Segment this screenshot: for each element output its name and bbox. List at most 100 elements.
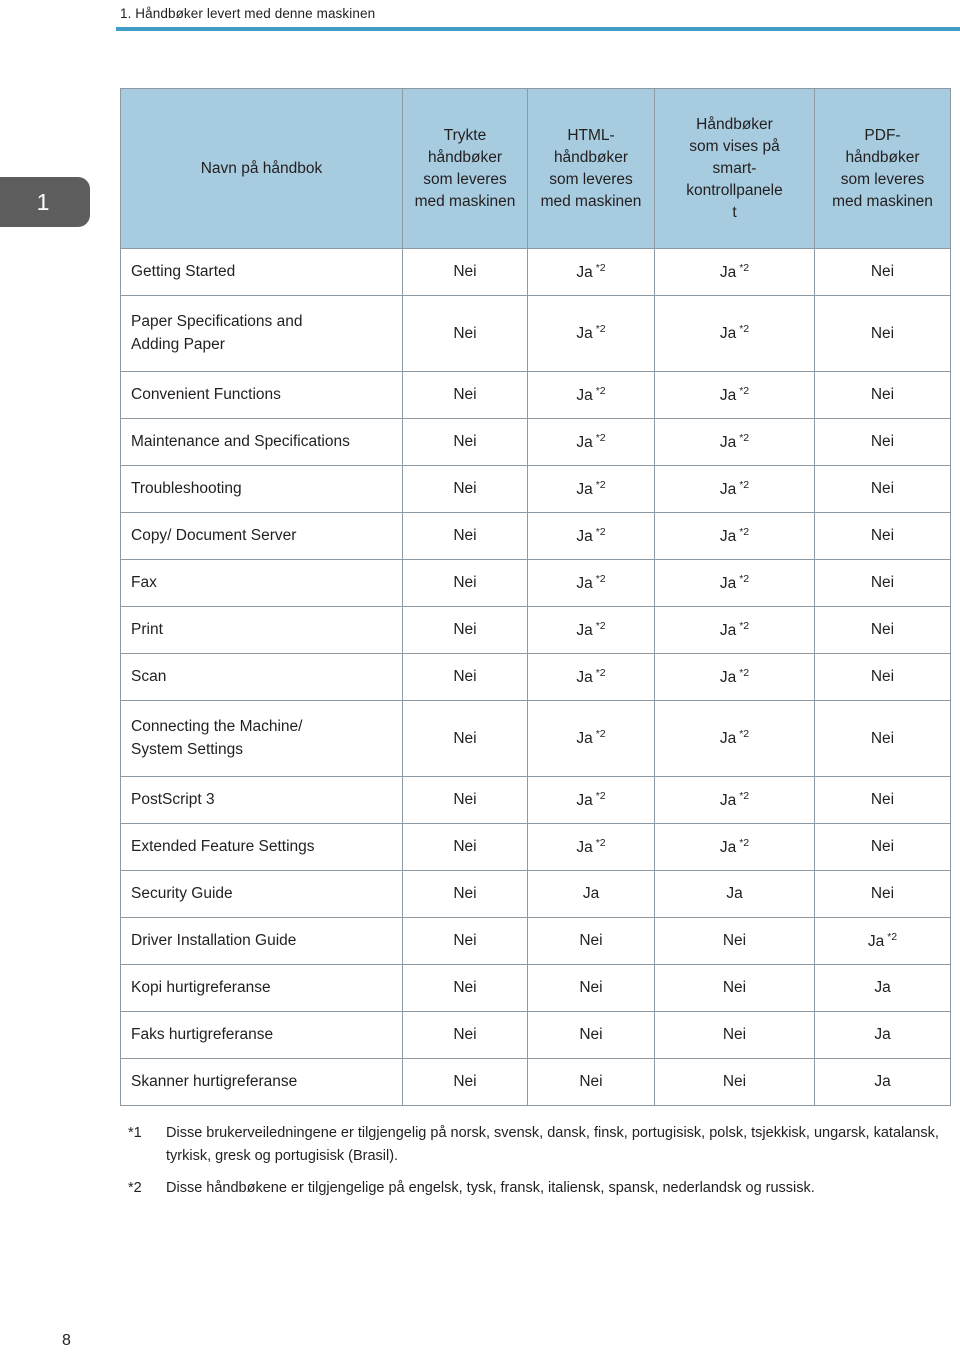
availability-cell-smart: Nei <box>654 1011 815 1059</box>
availability-cell-print: Nei <box>402 248 528 296</box>
footnote-reference: *2 <box>739 789 750 802</box>
availability-cell-pdf: Nei <box>814 870 951 918</box>
availability-cell-pdf: Ja <box>814 1058 951 1106</box>
footnote-reference: *2 <box>739 619 750 632</box>
availability-value: Nei <box>870 621 895 638</box>
availability-value: Ja <box>576 669 593 687</box>
availability-cell-smart: Nei <box>654 917 815 965</box>
availability-value: Ja <box>719 575 737 593</box>
availability-cell-pdf: Nei <box>814 653 951 701</box>
availability-value: Nei <box>870 324 895 342</box>
footnote-reference: *2 <box>595 431 606 444</box>
table-row: Copy/ Document Server Nei Ja *2 Ja *2 Nei <box>120 512 951 560</box>
footnote-reference: *2 <box>887 930 898 943</box>
availability-value: Ja <box>867 933 885 951</box>
availability-cell-smart: Nei <box>654 964 815 1012</box>
availability-cell-pdf: Nei <box>814 248 951 296</box>
availability-cell-html: Nei <box>527 964 655 1012</box>
manual-name-cell: Scan <box>120 653 403 701</box>
availability-cell-smart: Nei <box>654 1058 815 1106</box>
footnote-reference: *2 <box>595 323 606 336</box>
availability-cell-html: Ja *2 <box>527 418 655 466</box>
availability-cell-html: Ja *2 <box>527 295 655 372</box>
availability-cell-pdf: Nei <box>814 418 951 466</box>
availability-cell-pdf: Nei <box>814 606 951 654</box>
footnote-reference: *2 <box>739 525 750 538</box>
manual-name-line-1: Extended Feature Settings <box>131 837 315 855</box>
footnote-text: Disse håndbøkene er tilgjengelige på eng… <box>166 1179 815 1196</box>
availability-value: Nei <box>453 433 477 450</box>
manual-name-line-1: Convenient Functions <box>131 385 281 403</box>
footnote-reference: *2 <box>595 836 606 849</box>
availability-cell-smart: Ja *2 <box>654 418 815 466</box>
availability-value: Ja <box>874 979 891 996</box>
footnote-reference: *2 <box>595 789 606 802</box>
availability-cell-pdf: Nei <box>814 776 951 824</box>
availability-cell-pdf: Ja <box>814 1011 951 1059</box>
table-body: Getting Started Nei Ja *2 Ja *2 Nei Paper Speci… <box>120 248 951 1106</box>
availability-value: Nei <box>870 263 895 280</box>
footnote-marker: *2 <box>128 1179 142 1196</box>
chapter-tab: 1 <box>0 177 90 227</box>
footnote-marker: *1 <box>128 1125 142 1141</box>
footnote-reference: *2 <box>739 836 750 849</box>
column-header-printed: Trykte håndbøker som leveres med maskine… <box>402 88 528 249</box>
availability-value: Ja <box>576 730 593 748</box>
availability-value: Ja <box>576 575 593 593</box>
header-rule <box>116 27 960 31</box>
availability-value: Nei <box>870 729 895 747</box>
availability-cell-html: Ja *2 <box>527 776 655 824</box>
column-header-name: Navn på håndbok <box>120 88 403 249</box>
manual-name-cell: Connecting the Machine/System Settings <box>120 700 403 777</box>
availability-cell-print: Nei <box>402 606 528 654</box>
availability-value: Nei <box>453 729 477 747</box>
availability-cell-print: Nei <box>402 371 528 419</box>
availability-value: Ja <box>582 885 600 902</box>
availability-value: Nei <box>453 574 477 591</box>
manual-name-cell: Paper Specifications and Adding Paper <box>120 295 403 372</box>
table-row: Troubleshooting Nei Ja *2 Ja *2 Nei <box>120 465 951 513</box>
footnote-reference: *2 <box>739 323 750 336</box>
table-row: Security Guide Nei Ja Ja Nei <box>120 870 951 918</box>
availability-value: Nei <box>453 668 477 685</box>
availability-value: Ja <box>719 325 737 343</box>
footnote-reference: *2 <box>739 384 750 397</box>
manual-name-line-1: Driver Installation Guide <box>131 931 297 949</box>
column-header-smart-panel-line-4: t <box>732 203 737 221</box>
availability-cell-print: Nei <box>402 776 528 824</box>
availability-value: Nei <box>453 527 477 544</box>
availability-cell-html: Ja *2 <box>527 559 655 607</box>
availability-value: Ja <box>576 434 593 452</box>
manual-name-line-1: Skanner hurtigreferanse <box>131 1072 298 1090</box>
availability-cell-html: Nei <box>527 1011 655 1059</box>
footnote-reference: *2 <box>595 572 606 585</box>
column-header-smart-panel-line-2: smart- <box>712 159 757 177</box>
availability-value: Ja <box>719 669 737 687</box>
availability-value: Nei <box>870 668 895 685</box>
availability-cell-print: Nei <box>402 964 528 1012</box>
availability-value: Ja <box>576 264 593 282</box>
manual-name-cell: Troubleshooting <box>120 465 403 513</box>
availability-cell-pdf: Nei <box>814 559 951 607</box>
page-number: 8 <box>62 1332 71 1349</box>
availability-value: Nei <box>453 791 477 808</box>
table-row: Extended Feature Settings Nei Ja *2 Ja *2 Nei <box>120 823 951 871</box>
column-header-printed-line-3: med maskinen <box>414 192 516 210</box>
availability-cell-html: Ja *2 <box>527 512 655 560</box>
availability-cell-smart: Ja *2 <box>654 465 815 513</box>
availability-value: Nei <box>453 932 477 949</box>
footnote-reference: *2 <box>595 261 606 274</box>
running-header-title: 1. Håndbøker levert med denne maskinen <box>120 6 376 21</box>
availability-cell-pdf: Nei <box>814 295 951 372</box>
availability-value: Ja <box>874 1026 891 1043</box>
availability-cell-print: Nei <box>402 700 528 777</box>
column-header-smart-panel-line-3: kontrollpanele <box>686 181 783 199</box>
table-row: PostScript 3 Nei Ja *2 Ja *2 Nei <box>120 776 951 824</box>
availability-cell-smart: Ja *2 <box>654 559 815 607</box>
availability-cell-html: Ja *2 <box>527 653 655 701</box>
availability-value: Nei <box>453 979 477 996</box>
availability-value: Ja <box>719 434 737 452</box>
footnotes: *1 Disse brukerveiledningene er tilgjenge… <box>128 1122 940 1209</box>
availability-value: Ja <box>719 528 737 546</box>
column-header-pdf: PDF- håndbøker som leveres med maskinen <box>814 88 951 249</box>
